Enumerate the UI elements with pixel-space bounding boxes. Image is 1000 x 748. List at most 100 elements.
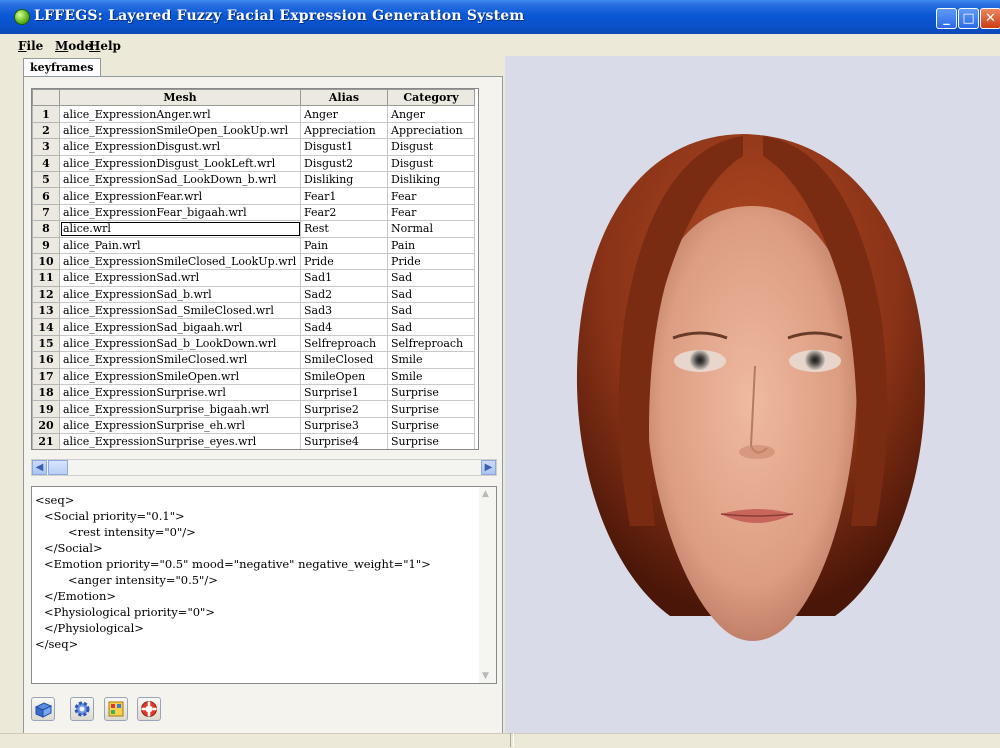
- menu-help[interactable]: Help: [89, 39, 121, 53]
- cell-category[interactable]: Sad: [387, 302, 475, 320]
- table-row[interactable]: 2 alice_ExpressionSmileOpen_LookUp.wrl App…: [32, 121, 475, 140]
- cell-alias[interactable]: Fear2: [300, 203, 388, 222]
- cell-alias[interactable]: Appreciation: [300, 121, 388, 140]
- maximize-button[interactable]: □: [958, 8, 979, 29]
- row-number[interactable]: 8: [32, 220, 60, 238]
- row-number[interactable]: 12: [32, 285, 60, 304]
- cell-mesh[interactable]: alice_ExpressionFear.wrl: [59, 187, 301, 205]
- row-number[interactable]: 19: [32, 400, 60, 418]
- table-row[interactable]: 13 alice_ExpressionSad_SmileClosed.wrl Sad…: [32, 302, 475, 320]
- cell-category[interactable]: Disgust: [387, 138, 475, 156]
- row-number[interactable]: 16: [32, 351, 60, 369]
- table-row[interactable]: 5 alice_ExpressionSad_LookDown_b.wrl Disli…: [32, 170, 475, 189]
- row-number[interactable]: 11: [32, 269, 60, 287]
- cell-category[interactable]: Normal: [387, 220, 475, 238]
- cell-alias[interactable]: Sad1: [300, 269, 388, 287]
- table-row[interactable]: 7 alice_ExpressionFear_bigaah.wrl Fear2 Fea…: [32, 203, 475, 222]
- cell-category[interactable]: Sad: [387, 318, 475, 336]
- row-number[interactable]: 17: [32, 367, 60, 386]
- cell-category[interactable]: Anger: [387, 105, 475, 123]
- cell-mesh[interactable]: alice_ExpressionSurprise_bigaah.wrl: [59, 400, 301, 418]
- cell-alias[interactable]: Sad2: [300, 285, 388, 304]
- row-number[interactable]: 5: [32, 170, 60, 189]
- cell-alias[interactable]: Anger: [300, 105, 388, 123]
- palette-button[interactable]: [104, 697, 128, 721]
- cell-mesh[interactable]: alice_ExpressionFear_bigaah.wrl: [59, 203, 301, 222]
- cell-category[interactable]: Surprise: [387, 400, 475, 418]
- row-number[interactable]: 21: [32, 433, 60, 449]
- menu-mode[interactable]: Mode: [55, 39, 92, 53]
- table-row[interactable]: 3 alice_ExpressionDisgust.wrl Disgust1 Disg…: [32, 138, 475, 156]
- cell-mesh[interactable]: alice_ExpressionSmileOpen.wrl: [59, 367, 301, 386]
- cell-mesh[interactable]: alice_ExpressionSad_SmileClosed.wrl: [59, 302, 301, 320]
- 3d-viewport[interactable]: [505, 56, 1000, 733]
- row-number[interactable]: 20: [32, 416, 60, 435]
- cell-alias[interactable]: Surprise1: [300, 384, 388, 402]
- cell-category[interactable]: Surprise: [387, 433, 475, 449]
- cell-category[interactable]: Disgust: [387, 154, 475, 172]
- table-row[interactable]: 4 alice_ExpressionDisgust_LookLeft.wrl Dis…: [32, 154, 475, 172]
- table-row[interactable]: 10 alice_ExpressionSmileClosed_LookUp.wrl…: [32, 252, 475, 271]
- cell-category[interactable]: Fear: [387, 187, 475, 205]
- row-number[interactable]: 2: [32, 121, 60, 140]
- scroll-thumb[interactable]: [48, 460, 68, 475]
- table-row[interactable]: 6 alice_ExpressionFear.wrl Fear1 Fear: [32, 187, 475, 205]
- table-row[interactable]: 11 alice_ExpressionSad.wrl Sad1 Sad: [32, 269, 475, 287]
- table-row[interactable]: 21 alice_ExpressionSurprise_eyes.wrl Surpr…: [32, 433, 475, 449]
- cell-alias[interactable]: Pain: [300, 236, 388, 254]
- cell-mesh[interactable]: alice_ExpressionSad_LookDown_b.wrl: [59, 170, 301, 189]
- table-row[interactable]: 20 alice_ExpressionSurprise_eh.wrl Surpris…: [32, 416, 475, 435]
- table-row[interactable]: 17 alice_ExpressionSmileOpen.wrl SmileOpen…: [32, 367, 475, 386]
- cell-alias[interactable]: Disgust2: [300, 154, 388, 172]
- row-number[interactable]: 15: [32, 334, 60, 353]
- cell-mesh[interactable]: alice_ExpressionSmileClosed_LookUp.wrl: [59, 252, 301, 271]
- row-number[interactable]: 9: [32, 236, 60, 254]
- tab-keyframes[interactable]: keyframes: [23, 58, 101, 77]
- table-row[interactable]: 16 alice_ExpressionSmileClosed.wrl SmileCl…: [32, 351, 475, 369]
- cell-category[interactable]: Sad: [387, 269, 475, 287]
- row-number[interactable]: 10: [32, 252, 60, 271]
- horizontal-scrollbar[interactable]: ◀ ▶: [31, 459, 497, 476]
- cell-alias[interactable]: SmileOpen: [300, 367, 388, 386]
- row-number[interactable]: 7: [32, 203, 60, 222]
- cell-mesh[interactable]: alice_ExpressionDisgust_LookLeft.wrl: [59, 154, 301, 172]
- scroll-left-arrow-icon[interactable]: ◀: [32, 460, 47, 475]
- cell-alias[interactable]: Sad4: [300, 318, 388, 336]
- close-button[interactable]: ✕: [980, 8, 1000, 29]
- table-row[interactable]: 8 alice.wrl Rest Normal: [32, 220, 475, 238]
- cell-alias[interactable]: Rest: [300, 220, 388, 238]
- cell-mesh[interactable]: alice_Pain.wrl: [59, 236, 301, 254]
- cell-category[interactable]: Fear: [387, 203, 475, 222]
- row-number[interactable]: 6: [32, 187, 60, 205]
- cell-category[interactable]: Smile: [387, 351, 475, 369]
- row-number[interactable]: 18: [32, 384, 60, 402]
- cell-category[interactable]: Sad: [387, 285, 475, 304]
- cell-category[interactable]: Disliking: [387, 170, 475, 189]
- cell-alias[interactable]: Pride: [300, 252, 388, 271]
- settings-button[interactable]: [70, 697, 94, 721]
- cell-mesh[interactable]: alice_ExpressionSad.wrl: [59, 269, 301, 287]
- cell-category[interactable]: Selfreproach: [387, 334, 475, 353]
- table-row[interactable]: 9 alice_Pain.wrl Pain Pain: [32, 236, 475, 254]
- column-header-category[interactable]: Category: [387, 89, 475, 107]
- cell-mesh[interactable]: alice_ExpressionSmileOpen_LookUp.wrl: [59, 121, 301, 140]
- row-number[interactable]: 1: [32, 105, 60, 123]
- cell-mesh[interactable]: alice.wrl: [59, 220, 301, 238]
- row-number[interactable]: 13: [32, 302, 60, 320]
- table-row[interactable]: 15 alice_ExpressionSad_b_LookDown.wrl Self…: [32, 334, 475, 353]
- cell-alias[interactable]: Surprise2: [300, 400, 388, 418]
- table-row[interactable]: 1 alice_ExpressionAnger.wrl Anger Anger: [32, 105, 475, 123]
- row-number[interactable]: 4: [32, 154, 60, 172]
- cell-mesh[interactable]: alice_ExpressionSad_b_LookDown.wrl: [59, 334, 301, 353]
- row-number[interactable]: 14: [32, 318, 60, 336]
- cell-category[interactable]: Smile: [387, 367, 475, 386]
- cell-mesh[interactable]: alice_ExpressionSurprise_eyes.wrl: [59, 433, 301, 449]
- cell-category[interactable]: Pain: [387, 236, 475, 254]
- cell-mesh[interactable]: alice_ExpressionSad_b.wrl: [59, 285, 301, 304]
- cell-category[interactable]: Surprise: [387, 384, 475, 402]
- cell-alias[interactable]: Sad3: [300, 302, 388, 320]
- column-header-mesh[interactable]: Mesh: [59, 89, 301, 107]
- cell-alias[interactable]: SmileClosed: [300, 351, 388, 369]
- xml-editor[interactable]: <seq> <Social priority="0.1"> <rest inte…: [31, 486, 497, 684]
- row-number[interactable]: 3: [32, 138, 60, 156]
